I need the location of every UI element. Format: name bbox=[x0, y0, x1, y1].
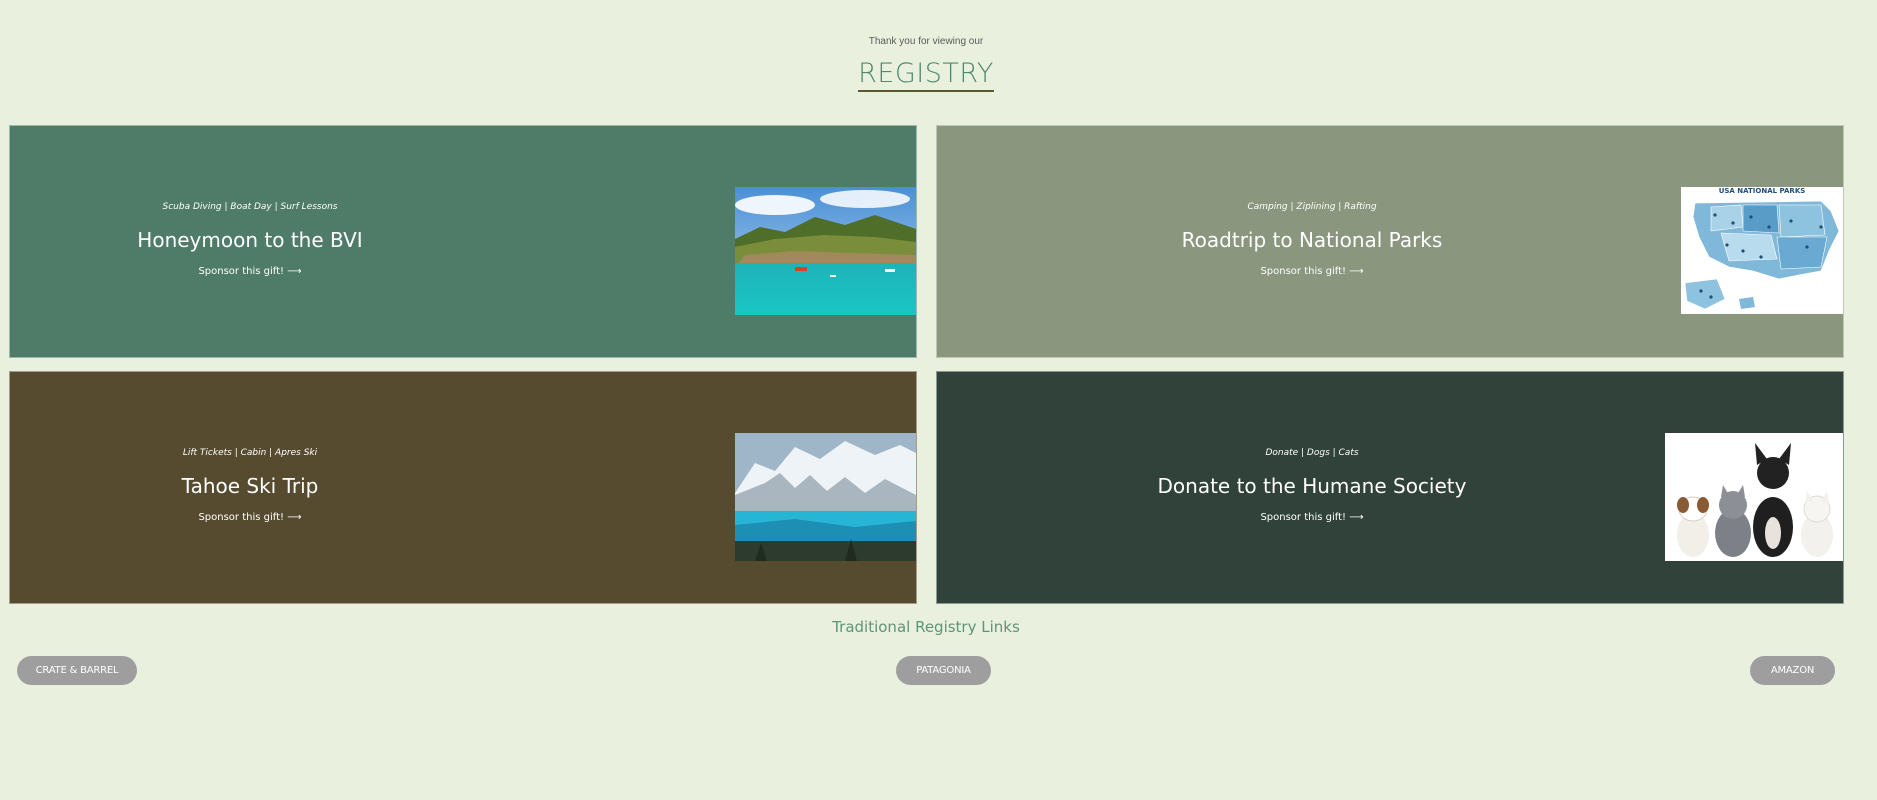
gift-card-title: Roadtrip to National Parks bbox=[1181, 228, 1443, 252]
snowy-mountain-lake-photo bbox=[735, 433, 916, 561]
map-title: USA NATIONAL PARKS bbox=[1718, 187, 1806, 195]
dogs-and-cats-photo bbox=[1665, 433, 1843, 561]
gift-card-tags: Camping | Ziplining | Rafting bbox=[1247, 202, 1377, 212]
gift-card-tags: Lift Tickets | Cabin | Apres Ski bbox=[182, 448, 318, 458]
gift-card-tags: Donate | Dogs | Cats bbox=[1265, 448, 1359, 458]
gift-card-tags: Scuba Diving | Boat Day | Surf Lessons bbox=[162, 202, 338, 212]
sponsor-gift-link[interactable]: Sponsor this gift! ⟶ bbox=[10, 266, 490, 277]
gift-card-humane-society[interactable]: Donate | Dogs | Cats Donate to the Human… bbox=[936, 371, 1844, 604]
sponsor-gift-link[interactable]: Sponsor this gift! ⟶ bbox=[997, 512, 1627, 523]
gift-card-title: Tahoe Ski Trip bbox=[181, 474, 319, 498]
usa-national-parks-map: USA NATIONAL PARKS bbox=[1681, 187, 1843, 314]
tropical-island-photo bbox=[735, 187, 916, 315]
sponsor-gift-link[interactable]: Sponsor this gift! ⟶ bbox=[997, 266, 1627, 277]
gift-card-tahoe[interactable]: Lift Tickets | Cabin | Apres Ski Tahoe S… bbox=[9, 371, 917, 604]
amazon-link[interactable]: AMAZON bbox=[1750, 656, 1835, 685]
traditional-registry-title: Traditional Registry Links bbox=[832, 618, 1020, 636]
gift-card-honeymoon[interactable]: Scuba Diving | Boat Day | Surf Lessons H… bbox=[9, 125, 917, 358]
crate-and-barrel-link[interactable]: CRATE & BARREL bbox=[17, 656, 137, 685]
patagonia-link[interactable]: PATAGONIA bbox=[896, 656, 991, 685]
gift-card-title: Honeymoon to the BVI bbox=[137, 228, 363, 252]
gift-card-national-parks[interactable]: Camping | Ziplining | Rafting Roadtrip t… bbox=[936, 125, 1844, 358]
sponsor-gift-link[interactable]: Sponsor this gift! ⟶ bbox=[10, 512, 490, 523]
registry-intro-text: Thank you for viewing our bbox=[868, 36, 984, 47]
registry-title: REGISTRY bbox=[858, 58, 994, 92]
gift-card-title: Donate to the Humane Society bbox=[1157, 474, 1467, 498]
